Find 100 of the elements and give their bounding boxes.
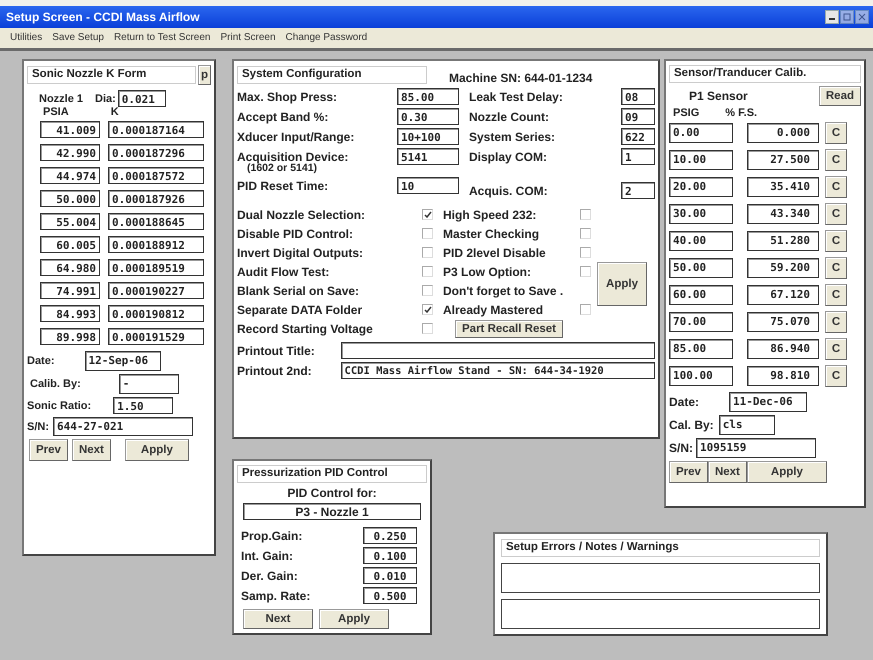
fs-field[interactable]: 43.340 (747, 204, 819, 224)
calibrate-button[interactable]: C (825, 176, 847, 198)
form-button[interactable]: Prev (29, 439, 68, 461)
form-button[interactable]: Next (72, 439, 111, 461)
part-recall-reset-button[interactable]: Part Recall Reset (455, 320, 563, 338)
k-field[interactable]: 0.000187926 (108, 190, 204, 207)
calibrate-button[interactable]: C (825, 257, 847, 279)
fs-field[interactable]: 27.500 (747, 150, 819, 170)
checkbox[interactable] (580, 304, 591, 315)
apply-button[interactable]: Apply (597, 262, 647, 306)
cal-by-field[interactable]: cls (718, 415, 775, 435)
calibrate-button[interactable]: C (825, 149, 847, 171)
calibrate-button[interactable]: C (825, 338, 847, 360)
date-field[interactable]: 11-Dec-06 (729, 392, 808, 412)
sn-field[interactable]: 644-27-021 (53, 417, 193, 436)
checkbox[interactable] (422, 304, 433, 315)
config-field[interactable]: 1 (621, 148, 655, 165)
config-field[interactable]: 0.30 (397, 108, 459, 125)
pid-for-field[interactable]: P3 - Nozzle 1 (243, 503, 421, 520)
k-field[interactable]: 0.000187164 (108, 121, 204, 138)
form-button[interactable]: Apply (124, 439, 189, 461)
notes-field[interactable] (501, 563, 820, 593)
checkbox[interactable] (580, 228, 591, 239)
k-field[interactable]: 0.000190227 (108, 282, 204, 299)
calibrate-button[interactable]: C (825, 203, 847, 225)
fs-field[interactable]: 98.810 (747, 366, 819, 386)
minimize-button[interactable] (825, 10, 839, 24)
fs-field[interactable]: 51.280 (747, 231, 819, 251)
form-button[interactable]: Prev (669, 461, 708, 483)
psig-field[interactable]: 100.00 (669, 366, 733, 386)
psig-field[interactable]: 85.00 (669, 339, 733, 359)
calibrate-button[interactable]: C (825, 230, 847, 252)
checkbox[interactable] (580, 266, 591, 277)
fs-field[interactable]: 75.070 (747, 312, 819, 332)
date-field[interactable]: 12-Sep-06 (84, 351, 161, 371)
menu-item[interactable]: Utilities (10, 32, 42, 43)
checkbox[interactable] (422, 247, 433, 258)
k-field[interactable]: 0.000188645 (108, 213, 204, 230)
psia-field[interactable]: 74.991 (40, 282, 100, 299)
checkbox[interactable] (422, 266, 433, 277)
checkbox[interactable] (422, 209, 433, 220)
form-button[interactable]: Next (243, 609, 313, 629)
config-field[interactable]: 622 (621, 128, 655, 145)
checkbox[interactable] (422, 323, 433, 334)
k-field[interactable]: 0.000190812 (108, 305, 204, 322)
psia-field[interactable]: 64.980 (40, 259, 100, 276)
maximize-button[interactable] (840, 10, 854, 24)
menu-item[interactable]: Change Password (286, 32, 368, 43)
psig-field[interactable]: 20.00 (669, 177, 733, 197)
config-field[interactable]: 2 (621, 182, 655, 199)
config-field[interactable]: 08 (621, 88, 655, 105)
calib-by-field[interactable]: - (118, 374, 179, 394)
checkbox[interactable] (580, 209, 591, 220)
psia-field[interactable]: 50.000 (40, 190, 100, 207)
printout-2nd-field[interactable]: CCDI Mass Airflow Stand - SN: 644-34-1920 (340, 362, 655, 379)
fs-field[interactable]: 59.200 (747, 258, 819, 278)
k-field[interactable]: 0.000191529 (108, 328, 204, 345)
notes-field[interactable] (501, 599, 820, 629)
menu-item[interactable]: Return to Test Screen (114, 32, 210, 43)
side-button[interactable]: p (198, 65, 211, 85)
sn-field[interactable]: 1095159 (696, 438, 816, 458)
k-field[interactable]: 0.000187296 (108, 144, 204, 161)
checkbox[interactable] (422, 285, 433, 296)
psig-field[interactable]: 40.00 (669, 231, 733, 251)
gain-field[interactable]: 0.250 (363, 527, 417, 544)
printout-title-field[interactable] (340, 342, 655, 359)
read-button[interactable]: Read (818, 86, 861, 106)
calibrate-button[interactable]: C (825, 284, 847, 306)
form-button[interactable]: Next (708, 461, 747, 483)
psig-field[interactable]: 70.00 (669, 312, 733, 332)
psig-field[interactable]: 60.00 (669, 285, 733, 305)
psig-field[interactable]: 50.00 (669, 258, 733, 278)
calibrate-button[interactable]: C (825, 311, 847, 333)
psia-field[interactable]: 55.004 (40, 213, 100, 230)
menu-item[interactable]: Print Screen (220, 32, 276, 43)
close-button[interactable] (855, 10, 869, 24)
config-field[interactable]: 09 (621, 108, 655, 125)
config-field[interactable]: 85.00 (397, 88, 459, 105)
config-field[interactable]: 10 (397, 177, 459, 194)
k-field[interactable]: 0.000189519 (108, 259, 204, 276)
k-field[interactable]: 0.000187572 (108, 167, 204, 184)
psia-field[interactable]: 41.009 (40, 121, 100, 138)
config-field[interactable]: 10+100 (397, 128, 459, 145)
fs-field[interactable]: 0.000 (747, 123, 819, 143)
psia-field[interactable]: 60.005 (40, 236, 100, 253)
calibrate-button[interactable]: C (825, 365, 847, 387)
fs-field[interactable]: 35.410 (747, 177, 819, 197)
gain-field[interactable]: 0.010 (363, 567, 417, 584)
gain-field[interactable]: 0.500 (363, 587, 417, 604)
psia-field[interactable]: 89.998 (40, 328, 100, 345)
calibrate-button[interactable]: C (825, 122, 847, 144)
psia-field[interactable]: 44.974 (40, 167, 100, 184)
menu-item[interactable]: Save Setup (52, 32, 104, 43)
checkbox[interactable] (422, 228, 433, 239)
checkbox[interactable] (580, 247, 591, 258)
psia-field[interactable]: 84.993 (40, 305, 100, 322)
psig-field[interactable]: 30.00 (669, 204, 733, 224)
psig-field[interactable]: 10.00 (669, 150, 733, 170)
k-field[interactable]: 0.000188912 (108, 236, 204, 253)
config-field[interactable]: 5141 (397, 148, 459, 165)
